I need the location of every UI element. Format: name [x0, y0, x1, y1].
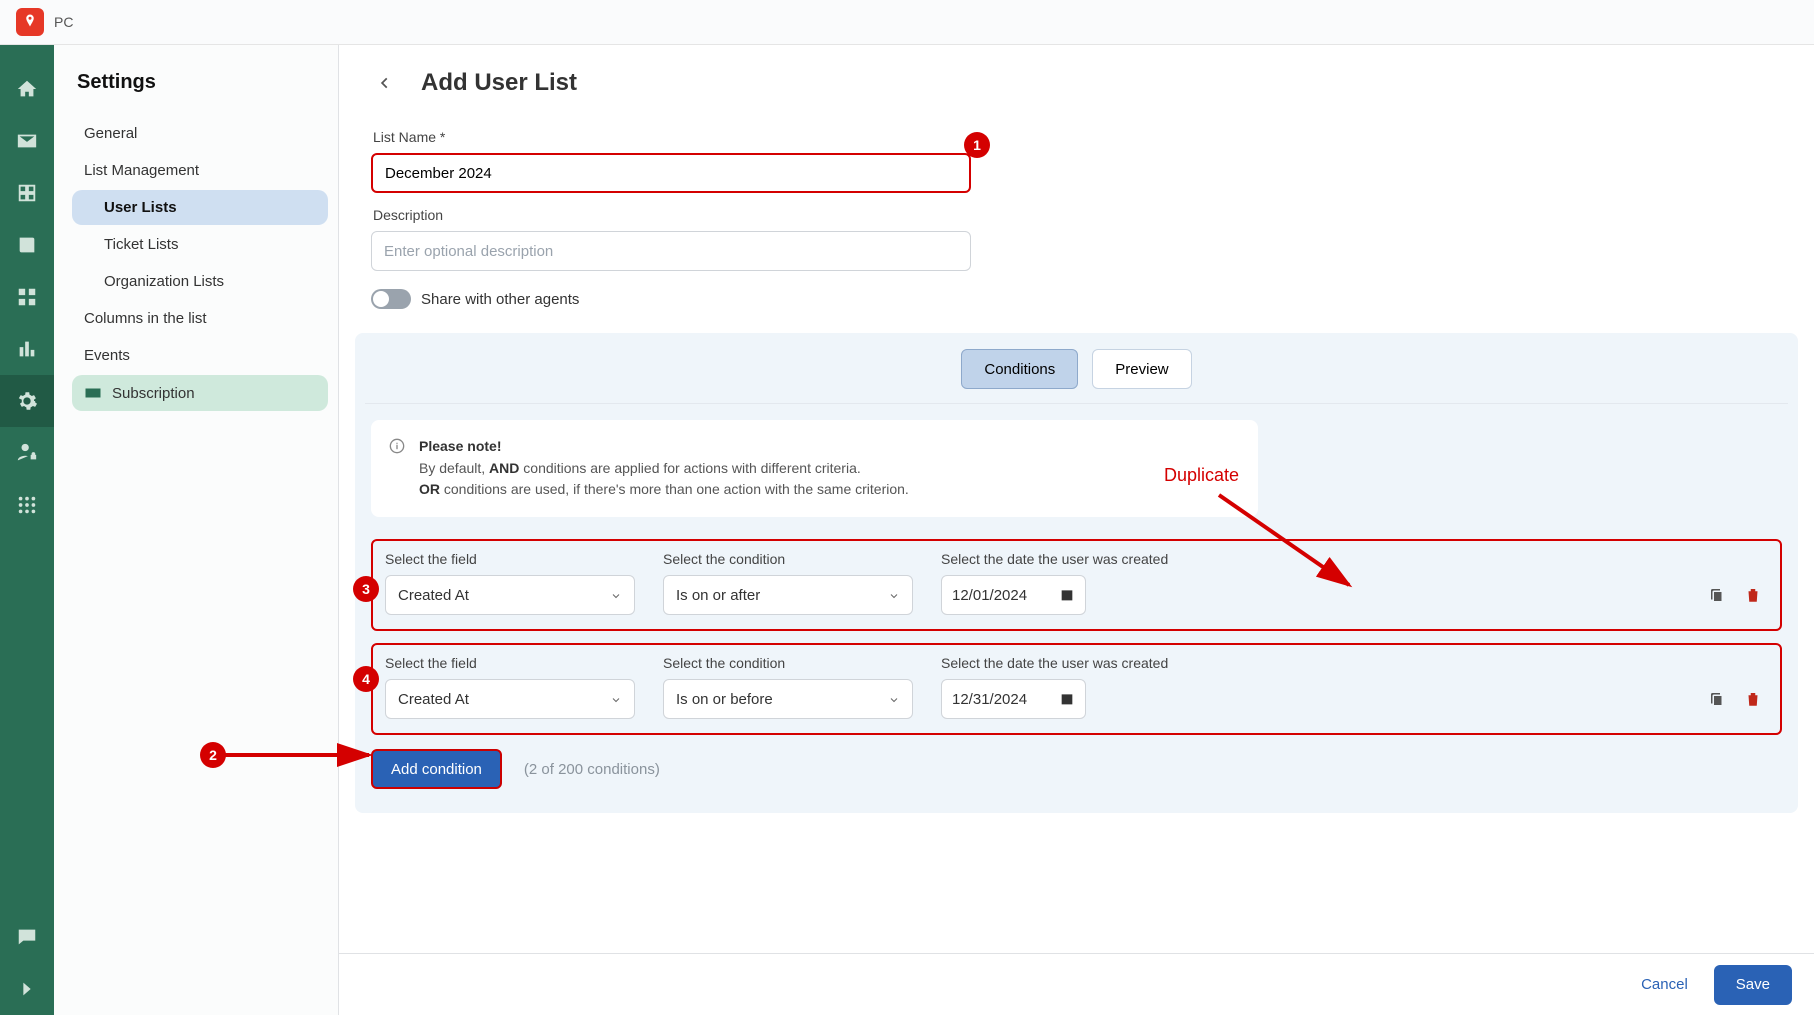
sidebar-item-user-lists[interactable]: User Lists [72, 190, 328, 225]
analytics-icon[interactable] [0, 323, 54, 375]
page-title: Add User List [421, 69, 577, 97]
description-input[interactable] [371, 231, 971, 271]
note-heading: Please note! [419, 438, 501, 454]
cancel-button[interactable]: Cancel [1641, 976, 1688, 993]
save-button[interactable]: Save [1714, 965, 1792, 1005]
select-value: Is on or before [676, 691, 773, 708]
home-icon[interactable] [0, 63, 54, 115]
condition-select[interactable]: Is on or after [663, 575, 913, 615]
duplicate-icon[interactable] [1708, 690, 1726, 711]
apps-icon[interactable] [0, 479, 54, 531]
sidebar-item-general[interactable]: General [72, 116, 328, 151]
annotation-badge-4: 4 [353, 666, 379, 692]
delete-icon[interactable] [1744, 586, 1762, 607]
tab-preview[interactable]: Preview [1092, 349, 1191, 389]
chat-icon[interactable] [0, 911, 54, 963]
select-value: Created At [398, 691, 469, 708]
sidebar-item-organization-lists[interactable]: Organization Lists [72, 264, 328, 299]
tab-conditions[interactable]: Conditions [961, 349, 1078, 389]
condition-label: Select the condition [663, 551, 913, 567]
description-label: Description [373, 207, 1319, 223]
sidebar-item-subscription[interactable]: Subscription [72, 375, 328, 411]
sidebar-item-ticket-lists[interactable]: Ticket Lists [72, 227, 328, 262]
field-select[interactable]: Created At [385, 575, 635, 615]
chevron-down-icon [610, 589, 622, 601]
date-value: 12/01/2024 [952, 587, 1027, 604]
card-icon [84, 384, 102, 402]
note-text: conditions are used, if there's more tha… [440, 481, 909, 497]
sidebar-item-label: Subscription [112, 385, 195, 402]
condition-row: Select the field Created At Select the c… [371, 539, 1782, 631]
note-box: Please note! By default, AND conditions … [371, 420, 1258, 517]
user-lock-icon[interactable] [0, 427, 54, 479]
note-text: AND [489, 460, 519, 476]
share-label: Share with other agents [421, 291, 579, 308]
brand-text: PC [54, 14, 73, 30]
annotation-badge-1: 1 [964, 132, 990, 158]
book-icon[interactable] [0, 219, 54, 271]
sidebar-title: Settings [72, 71, 328, 94]
settings-sidebar: Settings General List Management User Li… [54, 45, 339, 1015]
duplicate-icon[interactable] [1708, 586, 1726, 607]
date-label: Select the date the user was created [941, 655, 1168, 671]
note-text: conditions are applied for actions with … [519, 460, 860, 476]
app-logo [16, 8, 44, 36]
top-bar: PC [0, 0, 1814, 45]
note-text: By default, [419, 460, 489, 476]
annotation-badge-2: 2 [200, 742, 226, 768]
condition-count: (2 of 200 conditions) [524, 761, 660, 778]
expand-icon[interactable] [0, 963, 54, 1015]
condition-label: Select the condition [663, 655, 913, 671]
date-value: 12/31/2024 [952, 691, 1027, 708]
conditions-panel: Conditions Preview Please note! By defau… [355, 333, 1798, 813]
annotation-badge-3: 3 [353, 576, 379, 602]
field-label: Select the field [385, 655, 635, 671]
share-toggle[interactable] [371, 289, 411, 309]
date-label: Select the date the user was created [941, 551, 1168, 567]
chevron-down-icon [610, 693, 622, 705]
widgets-icon[interactable] [0, 271, 54, 323]
annotation-arrow [224, 737, 384, 773]
select-value: Created At [398, 587, 469, 604]
nav-rail [0, 45, 54, 1015]
calendar-icon [1059, 691, 1075, 707]
settings-icon[interactable] [0, 375, 54, 427]
field-label: Select the field [385, 551, 635, 567]
sidebar-item-list-management[interactable]: List Management [72, 153, 328, 188]
date-input[interactable]: 12/31/2024 [941, 679, 1086, 719]
mail-icon[interactable] [0, 115, 54, 167]
info-icon [389, 438, 405, 501]
date-input[interactable]: 12/01/2024 [941, 575, 1086, 615]
annotation-duplicate-label: Duplicate [1164, 465, 1239, 486]
back-button[interactable] [371, 69, 399, 97]
sidebar-item-columns[interactable]: Columns in the list [72, 301, 328, 336]
condition-select[interactable]: Is on or before [663, 679, 913, 719]
main-area: Add User List List Name * Description Sh… [339, 45, 1814, 1015]
chevron-down-icon [888, 693, 900, 705]
list-name-label: List Name * [373, 129, 1319, 145]
footer-bar: Cancel Save [339, 953, 1814, 1015]
field-select[interactable]: Created At [385, 679, 635, 719]
sidebar-item-events[interactable]: Events [72, 338, 328, 373]
select-value: Is on or after [676, 587, 760, 604]
chevron-down-icon [888, 589, 900, 601]
annotation-arrow [1209, 485, 1379, 605]
condition-row: Select the field Created At Select the c… [371, 643, 1782, 735]
tickets-icon[interactable] [0, 167, 54, 219]
note-text: OR [419, 481, 440, 497]
delete-icon[interactable] [1744, 690, 1762, 711]
calendar-icon [1059, 587, 1075, 603]
add-condition-button[interactable]: Add condition [371, 749, 502, 789]
list-name-input[interactable] [371, 153, 971, 193]
